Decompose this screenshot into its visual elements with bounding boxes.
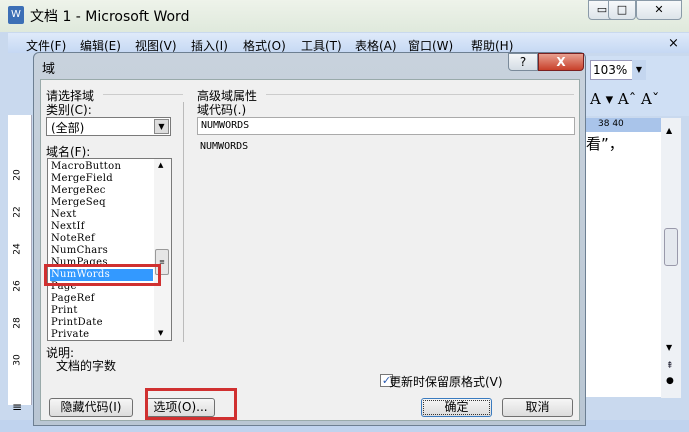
list-item[interactable]: Print	[50, 305, 153, 317]
view-icon[interactable]: ≡	[12, 400, 22, 414]
list-scrollbar[interactable]: ▲ ≡ ▼	[154, 159, 171, 340]
list-item[interactable]: NextIf	[50, 221, 153, 233]
dialog-title: 域	[42, 62, 56, 77]
window-title: 文档 1 - Microsoft Word	[30, 9, 190, 25]
divider	[103, 94, 183, 95]
font-size-buttons[interactable]: A ▾ Aˆ Aˇ	[590, 90, 659, 108]
field-code-input[interactable]: NUMWORDS	[197, 117, 575, 135]
ruler-number: 30	[12, 354, 23, 366]
scroll-down-icon[interactable]: ▼	[158, 329, 163, 337]
horizontal-ruler: 38 40	[585, 118, 661, 132]
browse-object-icon[interactable]: ●	[666, 376, 674, 386]
divider	[266, 94, 574, 95]
ruler-number: 20	[12, 169, 23, 181]
chevron-down-icon[interactable]: ▼	[154, 119, 169, 134]
list-item[interactable]: Next	[50, 209, 153, 221]
hide-codes-button[interactable]: 隐藏代码(I)	[49, 398, 133, 417]
list-item[interactable]: PrintDate	[50, 317, 153, 329]
list-item[interactable]: Private	[50, 329, 153, 340]
field-dialog: 域 ? X 请选择域 类别(C): (全部) ▼ 域名(F): MacroBut…	[33, 52, 586, 426]
help-button[interactable]: ?	[508, 53, 538, 71]
category-value: (全部)	[51, 121, 85, 135]
ok-button[interactable]: 确定	[421, 398, 492, 417]
word-icon: W	[8, 6, 24, 24]
description-text: 文档的字数	[56, 359, 117, 373]
category-label: 类别(C):	[46, 103, 92, 117]
close-document-icon[interactable]: ×	[668, 36, 679, 51]
list-item[interactable]: MergeField	[50, 173, 153, 185]
field-code-label: 域代码(.)	[197, 103, 247, 117]
close-dialog-button[interactable]: X	[538, 53, 584, 71]
list-item[interactable]: MergeRec	[50, 185, 153, 197]
divider	[183, 102, 184, 342]
prev-page-icon[interactable]: ⇞	[666, 361, 674, 371]
scroll-up-icon[interactable]: ▲	[158, 161, 163, 169]
document-text: 看”，	[586, 135, 624, 153]
maximize-button[interactable]: □	[608, 0, 636, 20]
zoom-select[interactable]: 103%	[590, 60, 638, 80]
list-item[interactable]: MergeSeq	[50, 197, 153, 209]
highlight-box	[145, 388, 237, 420]
ruler-number: 24	[12, 243, 23, 255]
list-item[interactable]: PageRef	[50, 293, 153, 305]
highlight-box	[44, 264, 161, 286]
document-area[interactable]	[585, 132, 661, 397]
preserve-format-label[interactable]: 更新时保留原格式(V)	[389, 373, 503, 390]
list-item[interactable]: MacroButton	[50, 161, 153, 173]
field-names-list[interactable]: MacroButton MergeField MergeRec MergeSeq Nex…	[47, 158, 172, 341]
scroll-thumb[interactable]	[664, 228, 678, 266]
vertical-scrollbar[interactable]: ▲ ▼ ⇞ ●	[661, 118, 681, 398]
list-item[interactable]: NoteRef	[50, 233, 153, 245]
category-select[interactable]: (全部) ▼	[46, 117, 171, 136]
cancel-button[interactable]: 取消	[502, 398, 573, 417]
list-item[interactable]: NumChars	[50, 245, 153, 257]
ruler-number: 26	[12, 280, 23, 292]
ruler-number: 28	[12, 317, 23, 329]
dialog-panel: 请选择域 类别(C): (全部) ▼ 域名(F): MacroButton Mer…	[40, 79, 580, 421]
scroll-down-icon[interactable]: ▼	[666, 343, 672, 352]
scroll-up-icon[interactable]: ▲	[666, 126, 672, 135]
close-window-button[interactable]: ✕	[636, 0, 682, 20]
ruler-number: 22	[12, 206, 23, 218]
chevron-down-icon[interactable]: ▼	[632, 60, 646, 80]
field-code-preview: NUMWORDS	[200, 141, 249, 152]
